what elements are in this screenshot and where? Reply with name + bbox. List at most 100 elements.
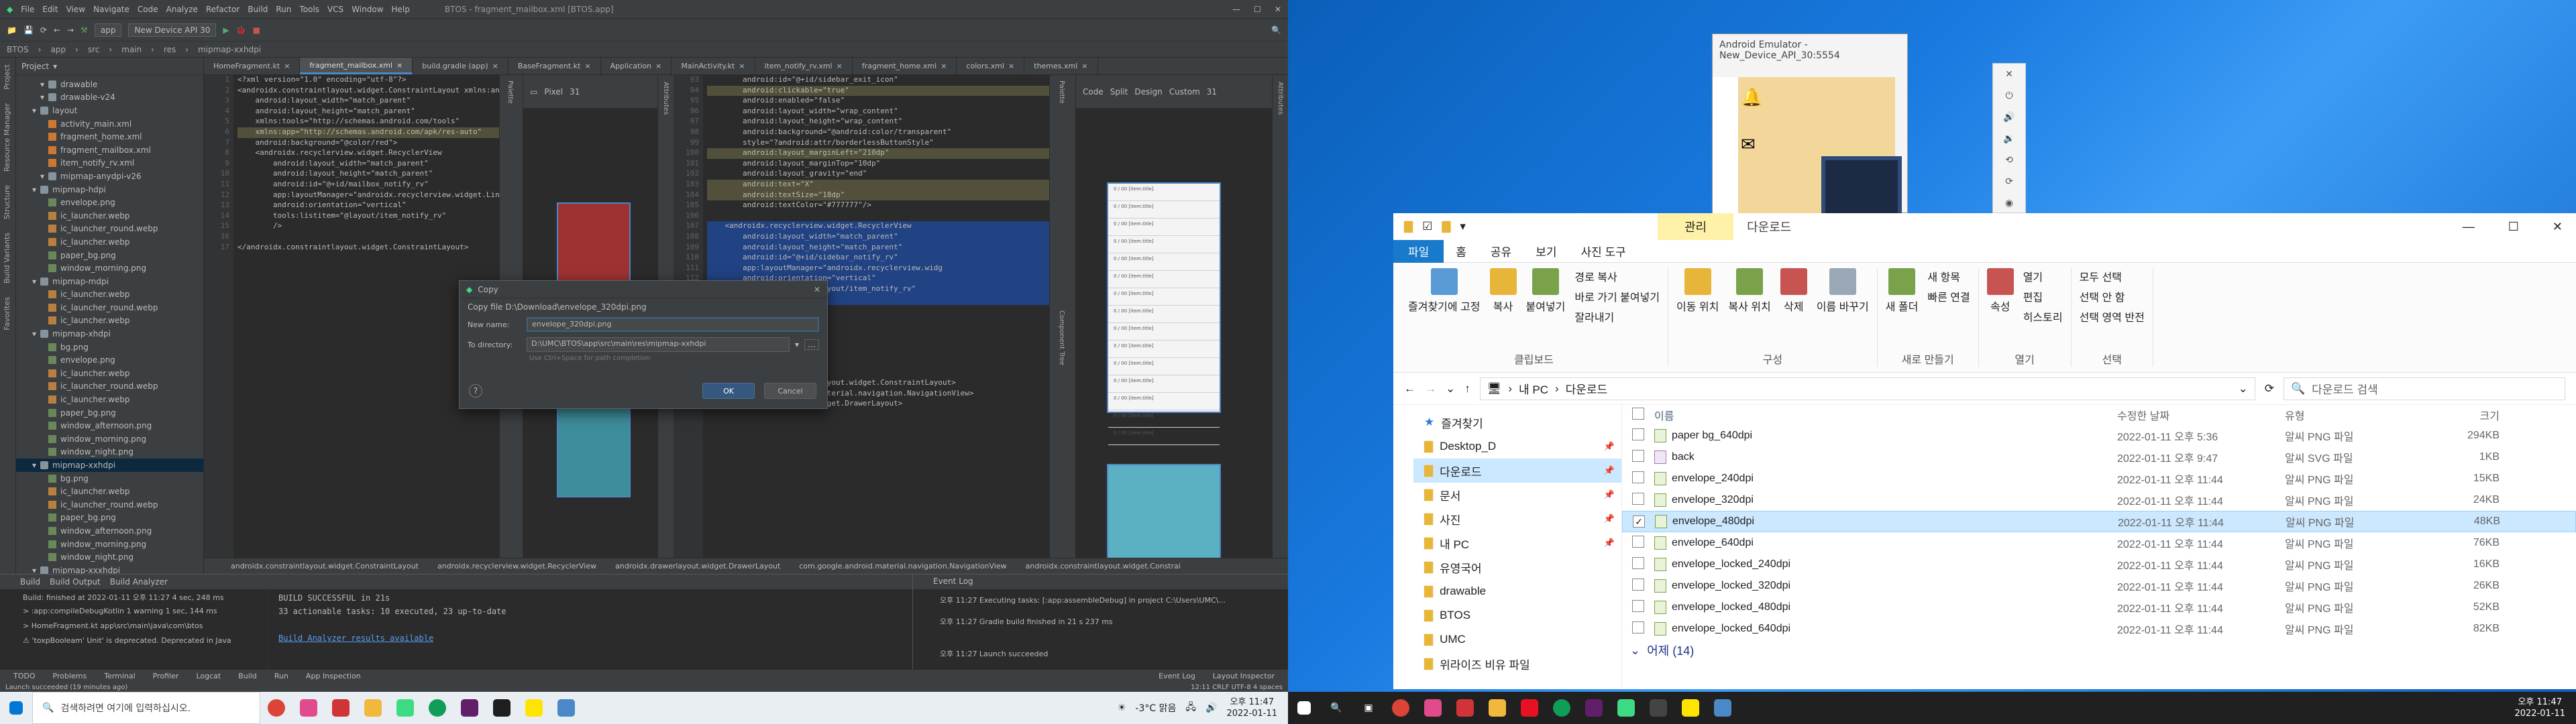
- build-tree-item[interactable]: ⚠ 'toxpBooleam' Unit' is deprecated. Dep…: [23, 636, 265, 651]
- code-line[interactable]: <androidx.recyclerview.widget.RecyclerVi…: [237, 148, 499, 159]
- file-row[interactable]: back 2022-01-11 오후 9:47 알씨 SVG 파일 1KB: [1622, 446, 2576, 468]
- pin-icon[interactable]: 📌: [1604, 514, 1615, 524]
- editor-tab[interactable]: build.gradle (app) ×: [413, 58, 508, 74]
- calendar-icon[interactable]: [325, 692, 357, 724]
- tree-item[interactable]: fragment_home.xml: [16, 130, 203, 143]
- power-icon[interactable]: ⏻: [1993, 85, 2025, 107]
- column-type[interactable]: 유형: [2285, 407, 2419, 423]
- menu-item[interactable]: Window: [352, 5, 383, 14]
- build-hammer-icon[interactable]: ⚒: [80, 25, 88, 35]
- editor-tab[interactable]: colors.xml ×: [957, 58, 1025, 74]
- component-crumb[interactable]: androidx.recyclerview.widget.RecyclerVie…: [437, 562, 596, 570]
- tree-item[interactable]: bg.png: [16, 472, 203, 485]
- component-crumb[interactable]: androidx.drawerlayout.widget.DrawerLayou…: [615, 562, 780, 570]
- mail-icon[interactable]: ✉: [1741, 135, 1756, 155]
- code-line[interactable]: android:layout_marginTop="10dp": [707, 159, 1049, 170]
- tree-item[interactable]: ic_launcher.webp: [16, 367, 203, 380]
- up-icon[interactable]: ↑: [1464, 382, 1470, 396]
- close-icon[interactable]: ×: [941, 62, 947, 70]
- build-tab[interactable]: Build: [20, 577, 40, 587]
- rotate-left-icon[interactable]: ⟲: [1993, 149, 2025, 171]
- start-button[interactable]: [0, 692, 32, 724]
- ribbon-button[interactable]: 즐겨찾기에 고정: [1408, 268, 1481, 324]
- menu-item[interactable]: Run: [276, 5, 291, 14]
- ribbon-button[interactable]: 속성: [1986, 268, 2014, 324]
- tree-item[interactable]: ▾ drawable-v24: [16, 91, 203, 105]
- bottom-tool-tab[interactable]: TODO: [13, 672, 36, 680]
- editor-tab[interactable]: fragment_home.xml ×: [853, 58, 957, 74]
- folder-icon[interactable]: ▇: [1404, 220, 1413, 233]
- rotate-right-icon[interactable]: ⟳: [1993, 171, 2025, 192]
- ribbon-button[interactable]: 복사 위치: [1728, 268, 1771, 314]
- component-crumb[interactable]: androidx.constraintlayout.widget.Constra…: [1026, 562, 1181, 570]
- tree-item[interactable]: ic_launcher_round.webp: [16, 301, 203, 314]
- clock[interactable]: 오후 11:47 2022-01-11: [1226, 697, 1277, 719]
- slack-icon[interactable]: [1578, 692, 1610, 724]
- tree-item[interactable]: item_notify_rv.xml: [16, 157, 203, 170]
- ribbon-button[interactable]: 삭제: [1780, 268, 1807, 314]
- device-icon[interactable]: ▭: [530, 87, 537, 97]
- file-row[interactable]: envelope_640dpi 2022-01-11 오후 11:44 알씨 PNG…: [1622, 532, 2576, 554]
- ribbon-button[interactable]: 새 폴더: [1886, 268, 1918, 314]
- chevron-icon[interactable]: ▾: [32, 185, 36, 194]
- tree-item[interactable]: ic_launcher_round.webp: [16, 223, 203, 236]
- file-row[interactable]: envelope_locked_320dpi 2022-01-11 오후 11:4…: [1622, 575, 2576, 597]
- bottom-tool-tab[interactable]: Run: [274, 672, 288, 680]
- column-name[interactable]: 이름: [1654, 407, 2117, 423]
- ribbon-tab[interactable]: 공유: [1479, 243, 1523, 259]
- tree-item[interactable]: ▾ drawable: [16, 78, 203, 91]
- code-line[interactable]: android:id="@+id/mailbox_notify_rv": [237, 180, 499, 190]
- code-line[interactable]: android:clickable="true": [707, 85, 1049, 97]
- code-line[interactable]: android:background="@android:color/trans…: [707, 127, 1049, 138]
- tree-item[interactable]: window_afternoon.png: [16, 524, 203, 538]
- code-line[interactable]: android:layout_gravity="end": [707, 169, 1049, 180]
- ok-button[interactable]: OK: [702, 383, 755, 399]
- android-studio-icon[interactable]: [1610, 692, 1642, 724]
- weather-text[interactable]: -3°C 맑음: [1135, 701, 1176, 715]
- code-line[interactable]: xmlns:app="http://schemas.android.com/ap…: [237, 127, 499, 138]
- bottom-tool-tab[interactable]: Event Log: [1159, 672, 1195, 680]
- build-analyzer-line[interactable]: Build Analyzer results available: [278, 634, 902, 647]
- code-line[interactable]: android:textSize="18dp": [707, 190, 1049, 201]
- api-level[interactable]: 31: [570, 87, 580, 97]
- forward-icon[interactable]: →: [1425, 382, 1436, 396]
- file-row[interactable]: envelope_240dpi 2022-01-11 오후 11:44 알씨 PNG…: [1622, 468, 2576, 489]
- nav-item[interactable]: ▇ Desktop_D 📌: [1413, 434, 1621, 459]
- tree-item[interactable]: ▾ layout: [16, 104, 203, 117]
- chevron-icon[interactable]: ▾: [40, 172, 44, 181]
- bottom-tool-tab[interactable]: Terminal: [104, 672, 136, 680]
- close-icon[interactable]: ×: [584, 62, 590, 70]
- device-name[interactable]: Pixel: [544, 87, 563, 97]
- app-icon[interactable]: [1417, 692, 1449, 724]
- row-checkbox[interactable]: [1632, 471, 1644, 483]
- chevron-icon[interactable]: ▾: [32, 106, 36, 115]
- breadcrumb-item[interactable]: mipmap-xxhdpi: [198, 45, 261, 54]
- event-log-title[interactable]: Event Log: [913, 575, 1288, 589]
- forward-icon[interactable]: →: [67, 25, 74, 35]
- code-line[interactable]: android:layout_height="match_parent": [707, 242, 1049, 253]
- menu-item[interactable]: Navigate: [93, 5, 129, 14]
- chrome-icon[interactable]: [260, 692, 292, 724]
- chevron-down-icon[interactable]: ⌄: [1446, 382, 1455, 396]
- file-row[interactable]: envelope_locked_480dpi 2022-01-11 오후 11:4…: [1622, 597, 2576, 618]
- tree-item[interactable]: window_morning.png: [16, 432, 203, 446]
- build-tree-item[interactable]: > HomeFragment.kt app\src\main\java\com\…: [23, 621, 265, 636]
- ribbon-small-button[interactable]: 잘라내기: [1574, 308, 1660, 324]
- breadcrumb-item[interactable]: res: [164, 45, 176, 54]
- tree-item[interactable]: fragment_mailbox.xml: [16, 143, 203, 157]
- tree-item[interactable]: ic_launcher_round.webp: [16, 380, 203, 394]
- code-line[interactable]: [237, 232, 499, 243]
- new-folder-icon[interactable]: ▇: [1442, 220, 1450, 233]
- view-mode-split[interactable]: Split: [1110, 87, 1128, 97]
- nav-item[interactable]: ▇ 위라이즈 비유 파일: [1413, 652, 1621, 676]
- tree-item[interactable]: ▾ mipmap-mdpi: [16, 275, 203, 288]
- task-view-icon[interactable]: ▣: [1352, 692, 1385, 724]
- chevron-down-icon[interactable]: ▾: [1460, 220, 1466, 233]
- stop-icon[interactable]: ■: [253, 25, 260, 35]
- tool-window-tab[interactable]: Favorites: [0, 290, 14, 337]
- breadcrumb-item[interactable]: BTOS: [7, 45, 29, 54]
- breadcrumb-item[interactable]: main: [121, 45, 142, 54]
- kakaotalk-icon[interactable]: [1674, 692, 1707, 724]
- menu-item[interactable]: Tools: [299, 5, 319, 14]
- clock[interactable]: 오후 11:47 2022-01-11: [2514, 697, 2565, 719]
